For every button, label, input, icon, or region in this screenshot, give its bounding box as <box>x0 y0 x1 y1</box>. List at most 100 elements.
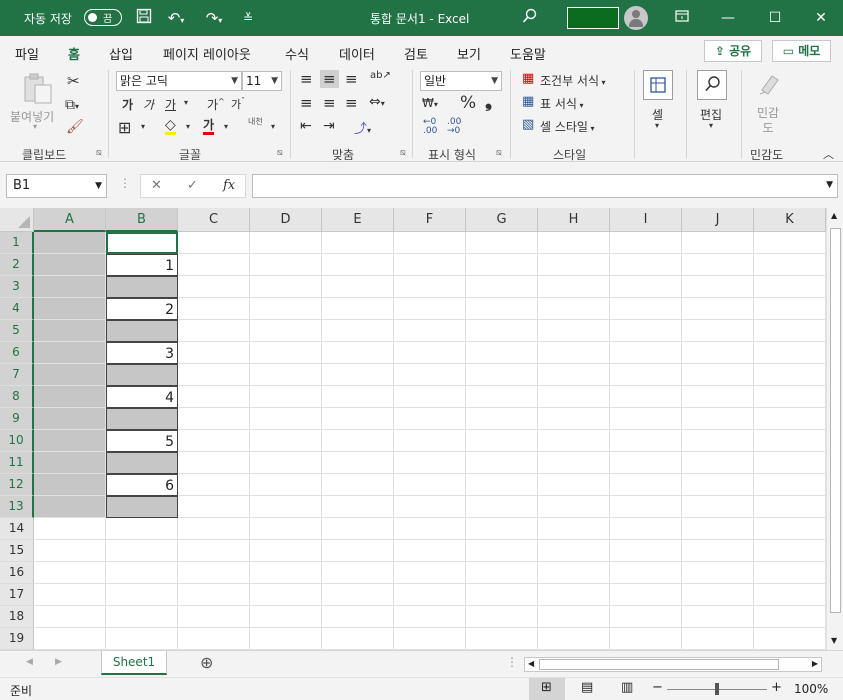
cell-g18[interactable] <box>466 606 538 628</box>
cell-c2[interactable] <box>178 254 250 276</box>
column-header-c[interactable]: C <box>178 208 250 232</box>
cell-b3[interactable] <box>106 276 178 298</box>
cell-b7[interactable] <box>106 364 178 386</box>
cell-i13[interactable] <box>610 496 682 518</box>
cell-b9[interactable] <box>106 408 178 430</box>
cell-b14[interactable] <box>106 518 178 540</box>
cell-e19[interactable] <box>322 628 394 650</box>
cell-d9[interactable] <box>250 408 322 430</box>
row-header-12[interactable]: 12 <box>0 474 34 496</box>
cell-b17[interactable] <box>106 584 178 606</box>
scroll-down-icon[interactable]: ▼ <box>831 636 837 645</box>
cell-k16[interactable] <box>754 562 826 584</box>
undo-icon[interactable]: ↶▾ <box>164 8 188 28</box>
cell-d2[interactable] <box>250 254 322 276</box>
sensitivity-button[interactable]: 민감 도 <box>757 106 779 136</box>
align-left-icon[interactable]: ≡ <box>300 94 313 112</box>
cell-b10[interactable]: 5 <box>106 430 178 452</box>
cell-c16[interactable] <box>178 562 250 584</box>
cell-i19[interactable] <box>610 628 682 650</box>
cell-h1[interactable] <box>538 232 610 254</box>
cell-g17[interactable] <box>466 584 538 606</box>
cell-i16[interactable] <box>610 562 682 584</box>
cell-j11[interactable] <box>682 452 754 474</box>
currency-icon[interactable]: ₩▾ <box>422 96 438 110</box>
cell-j18[interactable] <box>682 606 754 628</box>
orientation-icon[interactable]: ab↗ <box>370 70 391 81</box>
paste-dropdown-icon[interactable]: ▾ <box>33 122 37 131</box>
cell-h11[interactable] <box>538 452 610 474</box>
add-sheet-icon[interactable]: ⊕ <box>200 653 213 672</box>
zoom-out-icon[interactable]: − <box>652 680 663 695</box>
cell-g15[interactable] <box>466 540 538 562</box>
cell-d6[interactable] <box>250 342 322 364</box>
cell-d18[interactable] <box>250 606 322 628</box>
cell-a13[interactable] <box>34 496 106 518</box>
cell-j4[interactable] <box>682 298 754 320</box>
cell-h8[interactable] <box>538 386 610 408</box>
cell-b6[interactable]: 3 <box>106 342 178 364</box>
cell-f2[interactable] <box>394 254 466 276</box>
normal-view-button[interactable]: ⊞ <box>529 678 565 700</box>
cell-f19[interactable] <box>394 628 466 650</box>
align-middle-icon[interactable]: ≡ <box>320 70 339 88</box>
cell-a4[interactable] <box>34 298 106 320</box>
cell-b13[interactable] <box>106 496 178 518</box>
row-header-10[interactable]: 10 <box>0 430 34 452</box>
cell-d10[interactable] <box>250 430 322 452</box>
cell-a11[interactable] <box>34 452 106 474</box>
row-header-16[interactable]: 16 <box>0 562 34 584</box>
percent-button[interactable]: % <box>460 93 476 113</box>
cell-e7[interactable] <box>322 364 394 386</box>
cell-g9[interactable] <box>466 408 538 430</box>
cell-h13[interactable] <box>538 496 610 518</box>
cell-d11[interactable] <box>250 452 322 474</box>
cell-e11[interactable] <box>322 452 394 474</box>
align-top-icon[interactable]: ≡ <box>300 70 313 88</box>
column-header-j[interactable]: J <box>682 208 754 232</box>
prev-sheet-icon[interactable]: ◀ <box>26 657 33 667</box>
cell-b8[interactable]: 4 <box>106 386 178 408</box>
cell-f7[interactable] <box>394 364 466 386</box>
close-icon[interactable]: ✕ <box>811 8 831 28</box>
cell-k12[interactable] <box>754 474 826 496</box>
cell-h10[interactable] <box>538 430 610 452</box>
row-header-19[interactable]: 19 <box>0 628 34 650</box>
cell-k15[interactable] <box>754 540 826 562</box>
cell-f8[interactable] <box>394 386 466 408</box>
row-header-17[interactable]: 17 <box>0 584 34 606</box>
cell-h6[interactable] <box>538 342 610 364</box>
cell-h17[interactable] <box>538 584 610 606</box>
cell-i11[interactable] <box>610 452 682 474</box>
cell-k10[interactable] <box>754 430 826 452</box>
cell-j7[interactable] <box>682 364 754 386</box>
text-direction-icon[interactable]: ⤴▾ <box>354 118 371 137</box>
number-format-select[interactable]: 일반 ▼ <box>420 71 502 91</box>
cell-e15[interactable] <box>322 540 394 562</box>
grow-font-button[interactable]: 가^ <box>207 96 225 113</box>
splitter-grip-icon[interactable]: ⋮ <box>506 655 518 669</box>
cell-a14[interactable] <box>34 518 106 540</box>
conditional-format-icon[interactable]: ▦ <box>522 71 534 86</box>
cell-c5[interactable] <box>178 320 250 342</box>
cell-c15[interactable] <box>178 540 250 562</box>
cell-g4[interactable] <box>466 298 538 320</box>
fill-color-icon[interactable]: ◇ <box>165 118 176 135</box>
border-icon[interactable]: ⊞ <box>118 118 131 137</box>
cell-e2[interactable] <box>322 254 394 276</box>
cell-e17[interactable] <box>322 584 394 606</box>
cell-d12[interactable] <box>250 474 322 496</box>
cell-a3[interactable] <box>34 276 106 298</box>
column-header-k[interactable]: K <box>754 208 826 232</box>
row-header-4[interactable]: 4 <box>0 298 34 320</box>
sensitivity-icon[interactable] <box>753 70 783 100</box>
decrease-decimal-icon[interactable]: .00 →0 <box>447 118 461 136</box>
maximize-icon[interactable]: ☐ <box>765 8 785 28</box>
cell-f16[interactable] <box>394 562 466 584</box>
increase-indent-icon[interactable]: ⇥ <box>323 118 335 134</box>
cell-g7[interactable] <box>466 364 538 386</box>
tab-home[interactable]: 홈 <box>68 44 80 70</box>
minimize-icon[interactable]: — <box>718 8 738 28</box>
cell-b5[interactable] <box>106 320 178 342</box>
save-icon[interactable] <box>134 8 154 28</box>
